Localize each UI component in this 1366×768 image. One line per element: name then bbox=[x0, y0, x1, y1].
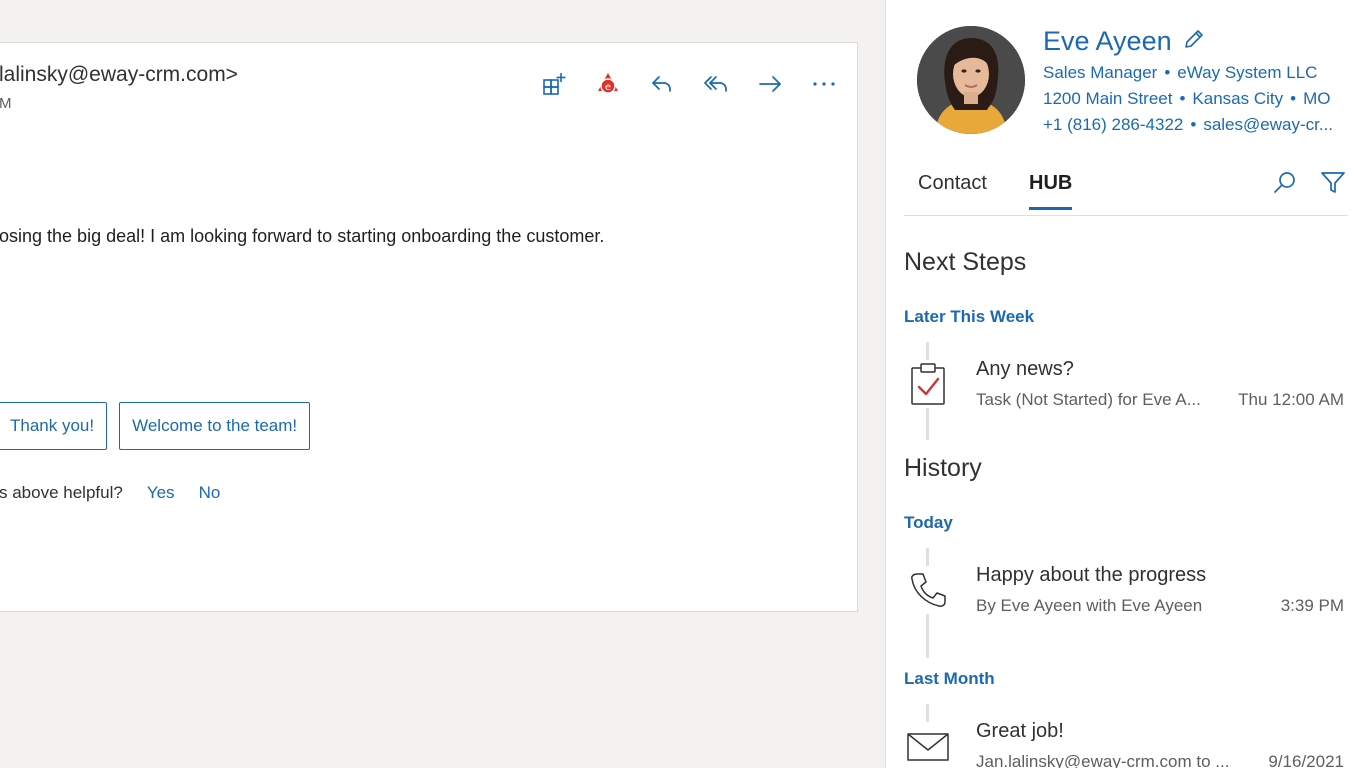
email-time: M bbox=[0, 95, 12, 112]
tab-hub[interactable]: HUB bbox=[1029, 172, 1073, 210]
contact-title[interactable]: Sales Manager bbox=[1043, 63, 1157, 82]
email-reading-pane: lalinsky@eway-crm.com> M e osing the big… bbox=[0, 42, 858, 612]
email-toolbar: e bbox=[527, 67, 851, 101]
item-date: Thu 12:00 AM bbox=[1238, 390, 1344, 409]
suggested-reply-welcome[interactable]: Welcome to the team! bbox=[119, 402, 311, 450]
next-step-item[interactable]: Any news? Task (Not Started) for Eve A..… bbox=[904, 356, 1344, 420]
email-sender: lalinsky@eway-crm.com> bbox=[0, 63, 238, 86]
group-label-today: Today bbox=[904, 513, 953, 532]
helpful-question: s above helpful? bbox=[0, 483, 123, 502]
contact-company[interactable]: eWay System LLC bbox=[1177, 63, 1317, 82]
eway-addin-pane: Eve Ayeen Sales Manager • eWay System LLC … bbox=[885, 0, 1366, 768]
contact-name[interactable]: Eve Ayeen bbox=[1043, 26, 1172, 57]
history-title: History bbox=[904, 454, 982, 482]
edit-pencil-icon[interactable] bbox=[1182, 27, 1206, 56]
helpful-yes-link[interactable]: Yes bbox=[147, 483, 175, 503]
item-subtitle: Jan.lalinsky@eway-crm.com to ... bbox=[976, 752, 1230, 768]
contact-phone[interactable]: +1 (816) 286-4322 bbox=[1043, 115, 1183, 134]
contact-city[interactable]: Kansas City bbox=[1192, 89, 1283, 108]
contact-street[interactable]: 1200 Main Street bbox=[1043, 89, 1172, 108]
item-date: 9/16/2021 bbox=[1268, 752, 1344, 768]
item-subtitle: Task (Not Started) for Eve A... bbox=[976, 390, 1201, 409]
contact-job-line: Sales Manager • eWay System LLC bbox=[1043, 63, 1317, 83]
item-date: 3:39 PM bbox=[1280, 596, 1344, 615]
separator: • bbox=[1164, 63, 1171, 82]
item-title: Happy about the progress bbox=[976, 564, 1207, 586]
suggested-reply-thank-you[interactable]: Thank you! bbox=[0, 402, 108, 450]
task-clipboard-icon bbox=[904, 360, 952, 408]
reply-icon[interactable] bbox=[635, 67, 689, 101]
tab-contact[interactable]: Contact bbox=[918, 172, 987, 209]
avatar bbox=[917, 26, 1025, 134]
helpful-no-link[interactable]: No bbox=[199, 483, 221, 503]
separator: • bbox=[1190, 115, 1197, 134]
history-item[interactable]: Great job! Jan.lalinsky@eway-crm.com to … bbox=[904, 718, 1344, 768]
group-label-later-this-week: Later This Week bbox=[904, 307, 1035, 326]
contact-state[interactable]: MO bbox=[1303, 89, 1330, 108]
suggested-replies: Thank you! Welcome to the team! bbox=[0, 402, 311, 450]
more-icon[interactable] bbox=[797, 67, 851, 101]
group-label-last-month: Last Month bbox=[904, 669, 995, 688]
reply-all-icon[interactable] bbox=[689, 67, 743, 101]
helpful-feedback: s above helpful? Yes No bbox=[0, 483, 220, 503]
contact-address-line: 1200 Main Street • Kansas City • MO bbox=[1043, 89, 1330, 109]
contact-name-row: Eve Ayeen bbox=[1043, 26, 1206, 57]
contact-email[interactable]: sales@eway-cr... bbox=[1203, 115, 1333, 134]
item-subtitle: By Eve Ayeen with Eve Ayeen bbox=[976, 596, 1203, 615]
separator: • bbox=[1290, 89, 1297, 108]
eway-icon[interactable]: e bbox=[581, 67, 635, 101]
item-title: Any news? bbox=[976, 358, 1074, 380]
contact-phone-email-line: +1 (816) 286-4322 • sales@eway-cr... bbox=[1043, 115, 1333, 135]
forward-icon[interactable] bbox=[743, 67, 797, 101]
email-body: osing the big deal! I am looking forward… bbox=[0, 226, 605, 246]
pane-tabs: Contact HUB bbox=[904, 166, 1348, 216]
item-title: Great job! bbox=[976, 720, 1064, 742]
filter-icon[interactable] bbox=[1318, 168, 1348, 198]
history-item[interactable]: Happy about the progress By Eve Ayeen wi… bbox=[904, 562, 1344, 626]
next-steps-title: Next Steps bbox=[904, 248, 1027, 276]
envelope-icon bbox=[904, 722, 952, 768]
apps-add-icon[interactable] bbox=[527, 67, 581, 101]
search-icon[interactable] bbox=[1270, 168, 1300, 198]
svg-text:e: e bbox=[605, 82, 611, 93]
tab-actions bbox=[1270, 168, 1348, 198]
phone-icon bbox=[904, 566, 952, 614]
separator: • bbox=[1179, 89, 1186, 108]
